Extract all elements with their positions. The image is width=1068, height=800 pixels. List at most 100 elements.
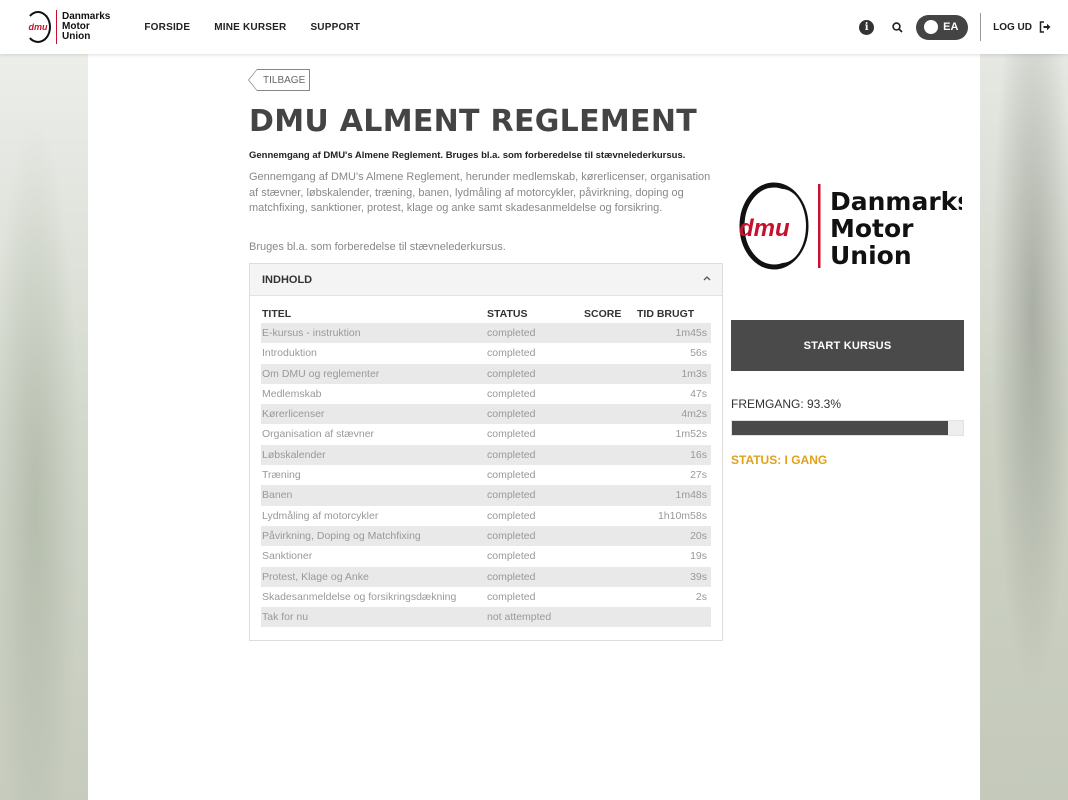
chevron-up-icon[interactable] (703, 273, 711, 283)
brand-mark-text: dmu (28, 22, 48, 32)
course-description-secondary: Bruges bl.a. som forberedelse til stævne… (249, 241, 506, 253)
row-time: 39s (690, 570, 707, 583)
row-time: 19s (690, 550, 707, 563)
row-title: Sanktioner (262, 550, 313, 563)
row-status: not attempted (487, 611, 552, 624)
table-row[interactable]: Introduktion completed 56s (261, 343, 711, 363)
col-time: TID BRUGT (637, 308, 695, 320)
row-time: 4m2s (681, 408, 707, 421)
row-status: completed (487, 529, 536, 542)
col-status: STATUS (487, 308, 528, 320)
info-icon[interactable]: i (859, 19, 875, 35)
row-status: completed (487, 448, 536, 461)
row-status: completed (487, 509, 536, 522)
logout-link[interactable]: LOG UD (993, 22, 1032, 33)
row-time: 1m52s (675, 428, 707, 441)
contents-panel: INDHOLD TITEL STATUS SCORE TID BRUGT E-k… (249, 263, 723, 641)
row-status: completed (487, 387, 536, 400)
status-badge: STATUS: I GANG (731, 453, 828, 467)
col-title: TITEL (262, 308, 292, 320)
row-title: E-kursus - instruktion (262, 327, 361, 339)
dmu-large-logo: dmu Danmarks Motor Union (736, 180, 972, 272)
course-subtitle: Gennemgang af DMU's Almene Reglement. Br… (249, 150, 686, 161)
logo-line-2: Motor (830, 214, 914, 243)
header-divider (980, 13, 982, 41)
top-header: dmu Danmarks Motor Union FORSIDE MINE KU… (0, 0, 1068, 54)
logo-line-1: Danmarks (830, 187, 962, 216)
row-time: 20s (690, 529, 707, 542)
logo-line-3: Union (830, 241, 912, 270)
table-row[interactable]: Skadesanmeldelse og forsikringsdækning co… (261, 587, 711, 607)
contents-header[interactable]: INDHOLD (250, 264, 722, 296)
back-button[interactable]: TILBAGE (249, 70, 309, 90)
row-title: Træning (262, 469, 301, 482)
start-course-button[interactable]: START KURSUS (731, 320, 964, 371)
nav-support[interactable]: SUPPORT (310, 22, 360, 33)
page-title: DMU ALMENT REGLEMENT (249, 104, 698, 139)
table-row[interactable]: Tak for nu not attempted (261, 607, 711, 628)
dmu-logo-icon: dmu (24, 10, 52, 44)
table-row[interactable]: Træning completed 27s (261, 465, 711, 485)
progress-bar (731, 420, 964, 436)
contents-table-body: E-kursus - instruktion completed 1m45s Intr… (261, 323, 711, 628)
logout-icon[interactable] (1039, 21, 1052, 34)
course-description: Gennemgang af DMU's Almene Reglement, he… (249, 171, 711, 214)
row-title: Løbskalender (262, 448, 326, 461)
row-title: Introduktion (262, 347, 317, 360)
contents-heading: INDHOLD (262, 273, 313, 286)
row-title: Banen (262, 489, 293, 502)
row-time: 27s (690, 469, 707, 482)
table-header: TITEL STATUS SCORE TID BRUGT (262, 308, 711, 322)
row-status: completed (487, 570, 536, 583)
background-right (980, 54, 1068, 800)
row-status: completed (487, 590, 536, 603)
table-row[interactable]: Kørerlicenser completed 4m2s (261, 404, 711, 425)
brand-line-3: Union (62, 31, 91, 42)
row-time: 16s (690, 448, 707, 461)
table-row[interactable]: Banen completed 1m48s (261, 485, 711, 506)
nav-mine-kurser[interactable]: MINE KURSER (214, 22, 286, 33)
row-title: Medlemskab (262, 387, 322, 400)
row-status: completed (487, 347, 536, 360)
header-actions: i EA LOG UD (859, 13, 1052, 41)
row-time: 56s (690, 347, 707, 360)
brand-logo[interactable]: dmu Danmarks Motor Union (24, 7, 110, 47)
row-title: Tak for nu (262, 611, 309, 624)
search-icon[interactable] (890, 20, 904, 34)
row-title: Om DMU og reglementer (262, 367, 380, 380)
row-title: Påvirkning, Doping og Matchfixing (262, 529, 421, 542)
avatar (924, 20, 939, 34)
user-initials: EA (943, 21, 959, 33)
row-time: 1m48s (675, 489, 707, 502)
table-row[interactable]: E-kursus - instruktion completed 1m45s (261, 323, 711, 344)
row-time: 1h10m58s (657, 509, 707, 522)
row-status: completed (487, 469, 536, 482)
row-title: Organisation af stævner (262, 428, 375, 441)
table-row[interactable]: Protest, Klage og Anke completed 39s (261, 566, 711, 587)
brand-name: Danmarks Motor Union (62, 12, 110, 42)
table-row[interactable]: Påvirkning, Doping og Matchfixing complet… (261, 525, 711, 547)
col-score: SCORE (584, 308, 622, 320)
row-status: completed (487, 428, 536, 441)
table-row[interactable]: Organisation af stævner completed 1m52s (261, 424, 711, 444)
row-title: Lydmåling af motorcykler (262, 509, 379, 522)
brand-divider (56, 10, 57, 44)
nav-forside[interactable]: FORSIDE (144, 22, 190, 33)
row-title: Kørerlicenser (262, 408, 325, 421)
row-time: 1m45s (675, 327, 707, 339)
progress-label: FREMGANG: 93.3% (731, 397, 842, 411)
table-row[interactable]: Lydmåling af motorcykler completed 1h10m58… (261, 506, 711, 526)
table-row[interactable]: Sanktioner completed 19s (261, 546, 711, 566)
row-status: completed (487, 489, 536, 502)
logo-mark-text: dmu (739, 215, 790, 242)
row-status: completed (487, 367, 536, 380)
background-left (0, 54, 88, 800)
table-row[interactable]: Løbskalender completed 16s (261, 444, 711, 466)
main-nav: FORSIDE MINE KURSER SUPPORT (144, 22, 384, 33)
table-row[interactable]: Medlemskab completed 47s (261, 384, 711, 404)
row-status: completed (487, 327, 536, 339)
row-time: 2s (695, 590, 707, 603)
user-menu-toggle[interactable]: EA (916, 14, 969, 40)
table-row[interactable]: Om DMU og reglementer completed 1m3s (261, 363, 711, 384)
row-title: Skadesanmeldelse og forsikringsdækning (262, 590, 457, 603)
